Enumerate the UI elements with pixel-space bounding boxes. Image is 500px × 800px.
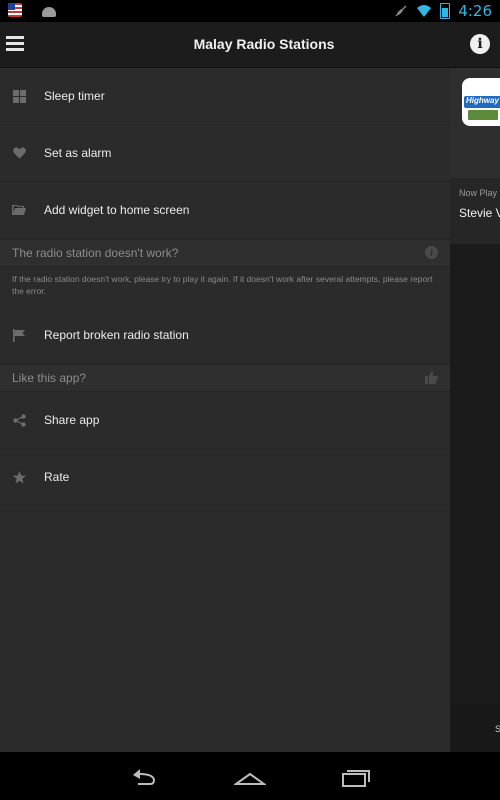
wifi-icon	[417, 5, 432, 17]
now-playing-label: Now Play	[459, 188, 498, 198]
info-icon[interactable]: i	[470, 34, 490, 54]
section-header-label: The radio station doesn't work?	[12, 246, 179, 260]
logo-road	[468, 110, 498, 120]
now-playing-panel: Now Play Stevie V	[450, 178, 500, 244]
drawer-item-share-app[interactable]: Share app	[0, 392, 450, 449]
home-icon[interactable]	[234, 766, 266, 788]
drawer-item-label: Share app	[44, 413, 100, 427]
drawer-item-label: Set as alarm	[44, 146, 112, 160]
drawer-item-label: Add widget to home screen	[44, 203, 190, 217]
now-playing-track: Stevie V	[459, 206, 500, 220]
status-bar-left	[8, 3, 56, 17]
station-card[interactable]: Highway F	[450, 68, 500, 178]
mute-icon	[395, 5, 407, 17]
status-time: 4:26	[458, 2, 492, 20]
station-logo: Highway F	[462, 78, 500, 126]
drawer-item-sleep-timer[interactable]: Sleep timer	[0, 68, 450, 125]
navigation-drawer: Sleep timer Set as alarm Add widget to h…	[0, 68, 450, 752]
app-title: Malay Radio Stations	[193, 36, 335, 52]
player-bar-peek[interactable]: S	[450, 704, 500, 752]
drawer-item-rate[interactable]: Rate	[0, 449, 450, 506]
status-bar: 4:26	[0, 0, 500, 22]
station-logo-text: Highway F	[466, 96, 500, 105]
drawer-item-label: Report broken radio station	[44, 328, 189, 342]
grid-icon	[12, 89, 26, 103]
info-circle-icon	[425, 246, 438, 259]
folder-icon	[12, 203, 26, 217]
system-nav-bar	[0, 752, 500, 800]
player-bar-text: S	[495, 724, 500, 734]
section-header-broken-station: The radio station doesn't work?	[0, 239, 450, 267]
section-header-label: Like this app?	[12, 371, 87, 385]
section-description: If the radio station doesn't work, pleas…	[12, 274, 433, 296]
drawer-item-add-widget[interactable]: Add widget to home screen	[0, 182, 450, 239]
main-content-peek: Highway F Now Play Stevie V S	[450, 68, 500, 752]
back-icon[interactable]	[128, 766, 160, 788]
section-header-like-app: Like this app?	[0, 364, 450, 392]
battery-icon	[440, 3, 451, 19]
star-icon	[12, 470, 26, 484]
share-icon	[12, 413, 26, 427]
drawer-item-label: Rate	[44, 470, 70, 484]
android-icon	[42, 6, 56, 17]
drawer-item-report-broken-station[interactable]: Report broken radio station	[0, 307, 450, 364]
recents-icon[interactable]	[340, 766, 372, 788]
drawer-item-set-as-alarm[interactable]: Set as alarm	[0, 125, 450, 182]
thumbs-up-icon	[425, 371, 438, 384]
flag-outline-icon	[12, 328, 26, 342]
flag-icon	[8, 3, 22, 17]
heart-icon	[12, 146, 26, 160]
action-bar: Malay Radio Stations i	[0, 22, 500, 68]
app-screen: 4:26 Malay Radio Stations i Sleep timer	[0, 0, 500, 800]
drawer-item-label: Sleep timer	[44, 89, 105, 103]
status-bar-right: 4:26	[394, 2, 492, 20]
